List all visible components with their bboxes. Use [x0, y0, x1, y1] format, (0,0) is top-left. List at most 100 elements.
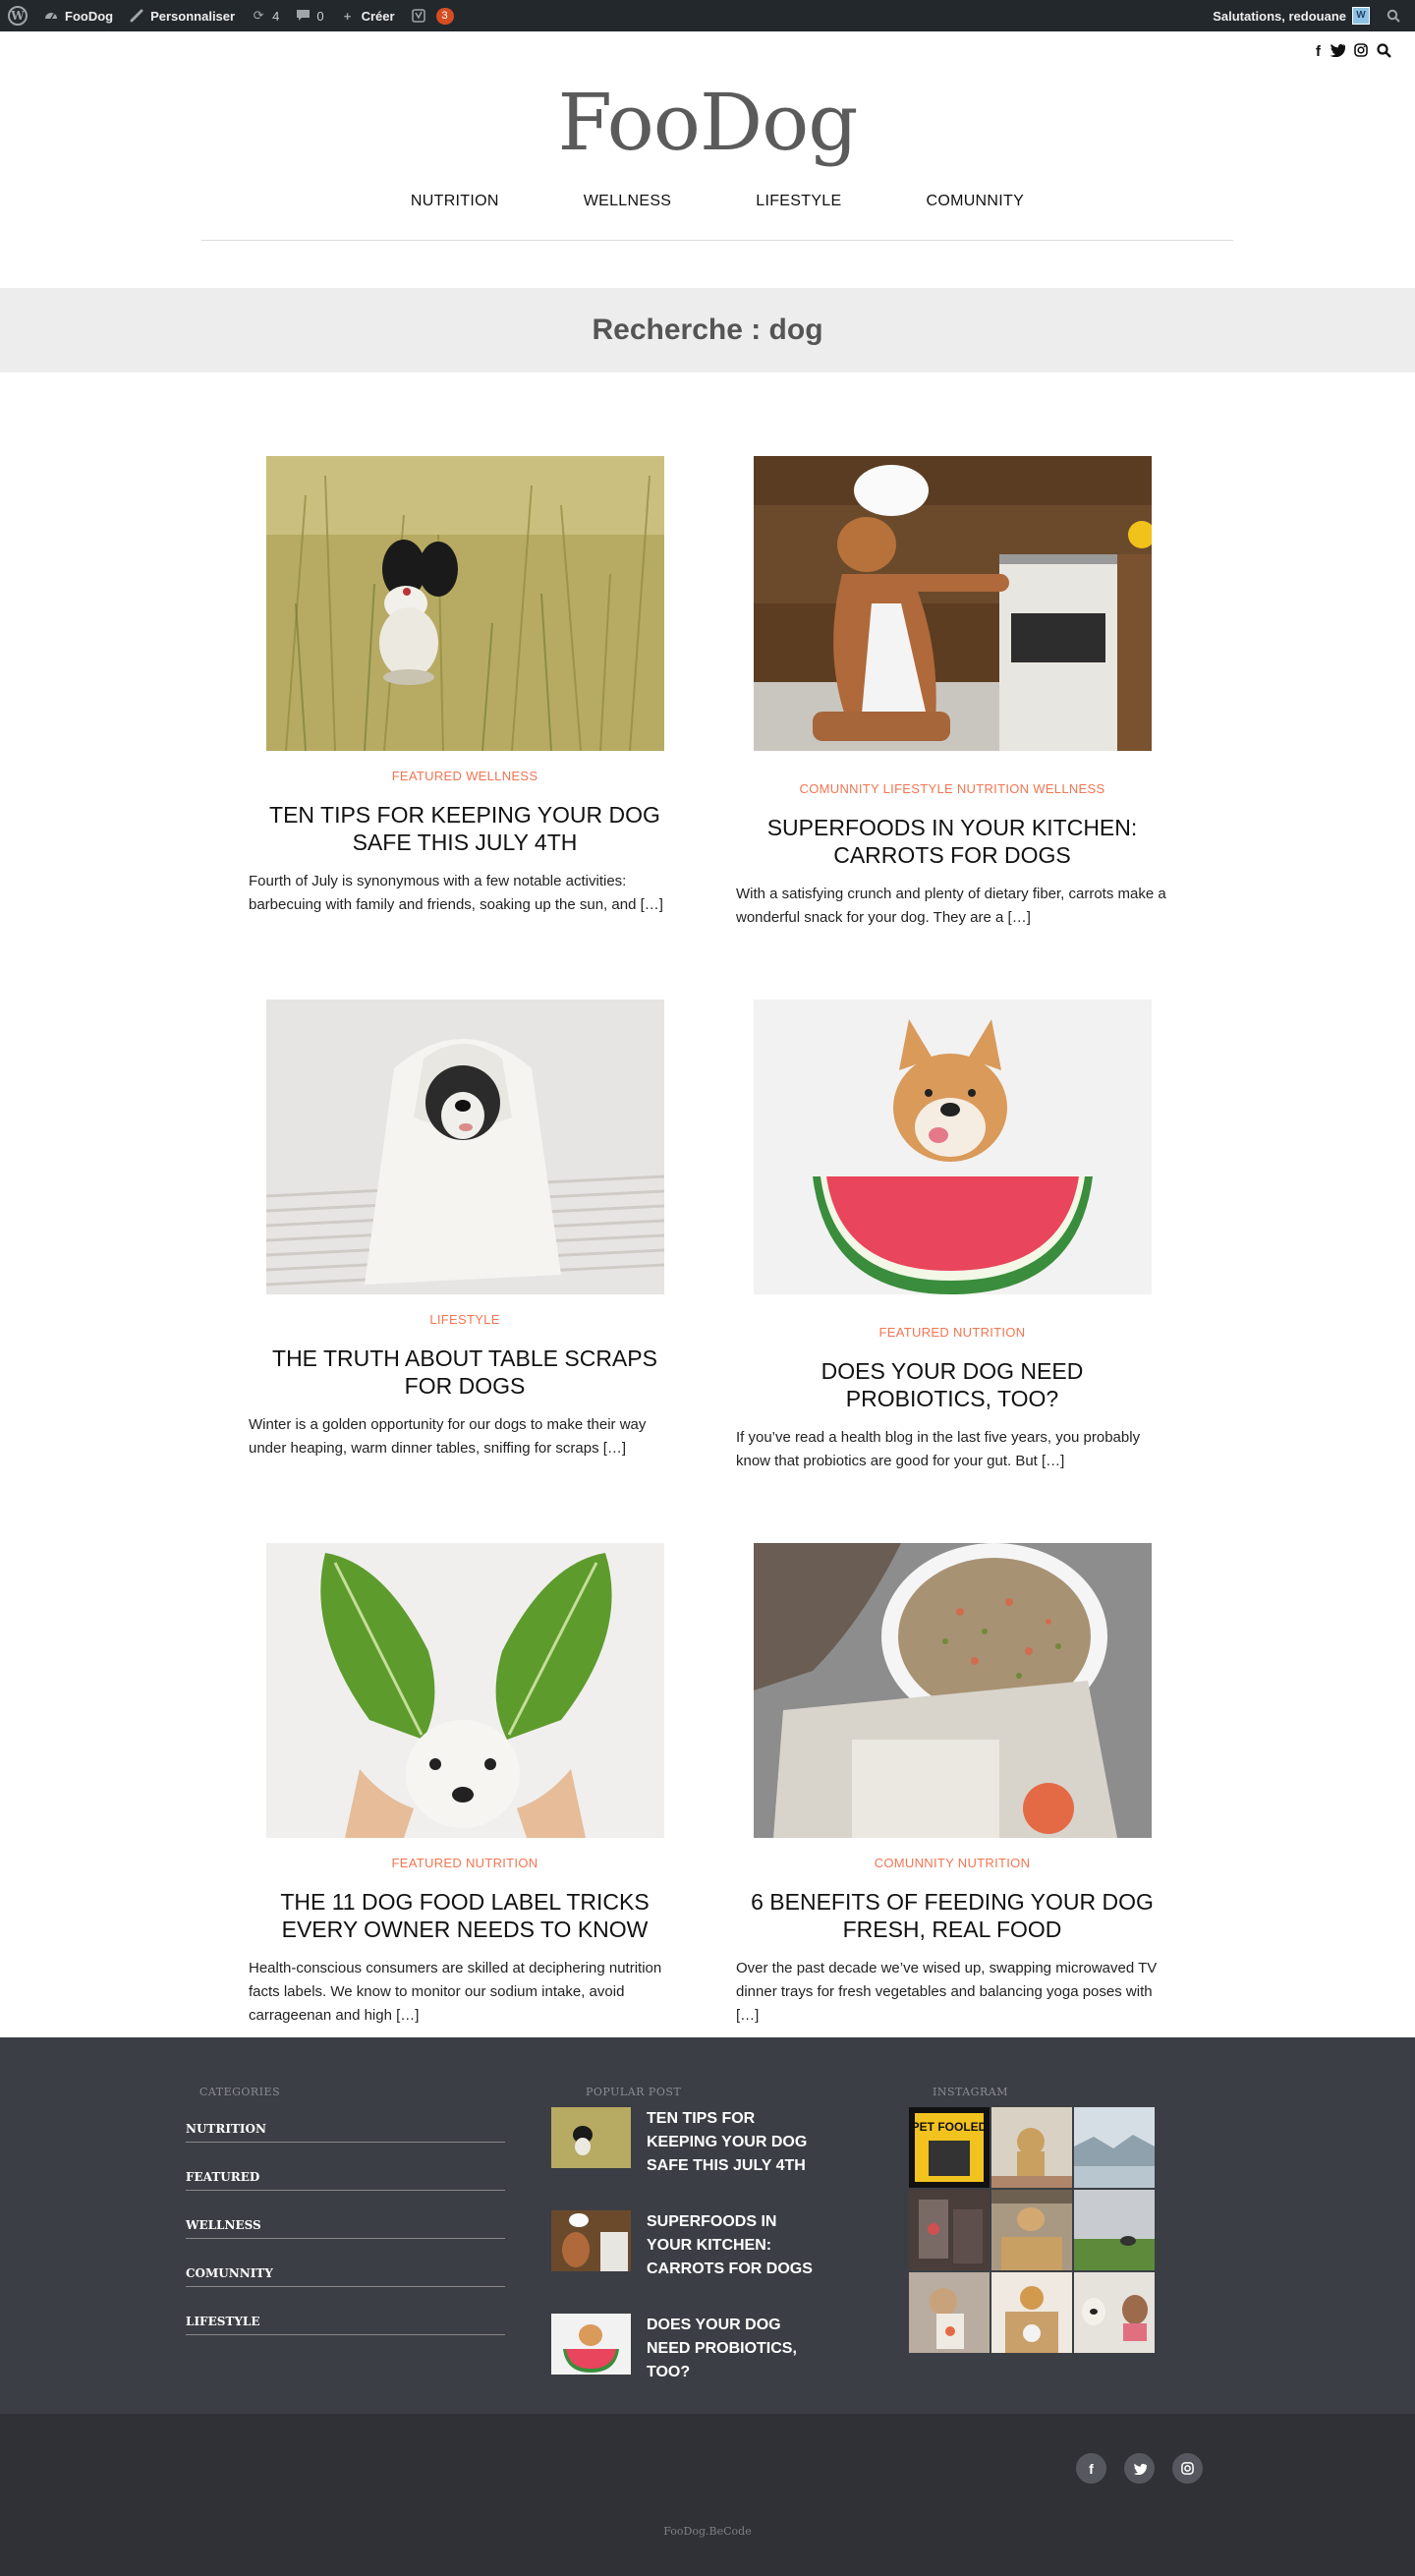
create-link[interactable]: + Créer [332, 0, 403, 31]
post-card: LIFESTYLE THE TRUTH ABOUT TABLE SCRAPS F… [249, 1000, 681, 1460]
search-icon [1386, 8, 1401, 24]
post-categories[interactable]: COMUNNITY LIFESTYLE NUTRITION WELLNESS [736, 781, 1168, 796]
categories-heading: CATEGORIES [199, 2086, 281, 2098]
popular-post-thumbnail[interactable] [551, 2314, 631, 2375]
wordpress-icon: W [8, 6, 28, 26]
post-title[interactable]: 6 BENEFITS OF FEEDING YOUR DOG FRESH, RE… [736, 1888, 1168, 1943]
account-menu[interactable]: Salutations, redouane W [1205, 0, 1378, 31]
facebook-icon[interactable]: f [1076, 2453, 1106, 2484]
yoast-icon [411, 8, 426, 24]
post-excerpt: If you’ve read a health blog in the last… [736, 1429, 1141, 1469]
footer-category-lifestyle[interactable]: LIFESTYLE [186, 2315, 505, 2335]
instagram-photo[interactable]: PET FOOLED [909, 2107, 990, 2188]
site-name-link[interactable]: FooDog [35, 0, 121, 31]
popular-post-title[interactable]: SUPERFOODS IN YOUR KITCHEN: CARROTS FOR … [647, 2210, 817, 2281]
footer-category-list: NUTRITION FEATURED WELLNESS COMUNNITY LI… [186, 2122, 505, 2363]
post-thumbnail[interactable] [265, 1543, 664, 1838]
search-results-header: Recherche : dog [0, 288, 1415, 372]
site-logo[interactable]: FooDog [0, 77, 1415, 168]
popular-post-title[interactable]: DOES YOUR DOG NEED PROBIOTICS, TOO? [647, 2314, 817, 2384]
plus-icon: + [343, 8, 352, 24]
yoast-badge: 3 [435, 7, 454, 25]
brush-icon [129, 8, 144, 24]
nav-item-wellness[interactable]: WELLNESS [584, 193, 672, 210]
post-thumbnail[interactable] [753, 1543, 1152, 1838]
post-excerpt: Health-conscious consumers are skilled a… [249, 1960, 662, 2024]
instagram-photo[interactable] [991, 2107, 1072, 2188]
instagram-icon[interactable] [1172, 2453, 1203, 2484]
comment-icon [295, 8, 311, 24]
post-excerpt: Winter is a golden opportunity for our d… [249, 1416, 647, 1457]
post-title[interactable]: THE 11 DOG FOOD LABEL TRICKS EVERY OWNER… [249, 1888, 681, 1943]
instagram-photo[interactable] [909, 2190, 990, 2270]
post-categories[interactable]: FEATURED NUTRITION [736, 1325, 1168, 1340]
popular-post-thumbnail[interactable] [551, 2210, 631, 2271]
updates-link[interactable]: ⟳ 4 [243, 0, 287, 31]
popular-post[interactable]: SUPERFOODS IN YOUR KITCHEN: CARROTS FOR … [551, 2210, 817, 2281]
main-navigation: NUTRITION WELLNESS LIFESTYLE COMUNNITY [201, 193, 1233, 210]
popular-heading: POPULAR POST [586, 2086, 682, 2098]
instagram-photo[interactable] [1074, 2190, 1155, 2270]
post-thumbnail[interactable] [753, 456, 1152, 751]
facebook-icon[interactable]: f [1316, 43, 1321, 62]
post-thumbnail[interactable] [265, 456, 664, 751]
post-title[interactable]: SUPERFOODS IN YOUR KITCHEN: CARROTS FOR … [736, 814, 1168, 869]
footer-bottom: f FooDog.BeCode [0, 2414, 1415, 2576]
header-social-links: f [1316, 43, 1391, 62]
yoast-link[interactable]: 3 [403, 0, 462, 31]
post-categories[interactable]: FEATURED WELLNESS [249, 769, 681, 783]
nav-item-lifestyle[interactable]: LIFESTYLE [756, 193, 841, 210]
insta-photo-text: PET FOOLED [912, 2120, 988, 2134]
dashboard-icon [43, 8, 59, 24]
instagram-photo[interactable] [909, 2272, 990, 2353]
popular-post[interactable]: TEN TIPS FOR KEEPING YOUR DOG SAFE THIS … [551, 2107, 817, 2178]
instagram-photo[interactable] [1074, 2107, 1155, 2188]
comments-link[interactable]: 0 [287, 0, 331, 31]
search-icon[interactable] [1377, 43, 1391, 62]
instagram-photo[interactable] [991, 2272, 1072, 2353]
post-excerpt: Fourth of July is synonymous with a few … [249, 873, 663, 913]
create-label: Créer [361, 8, 395, 24]
wordpress-menu[interactable]: W [0, 0, 35, 31]
popular-post-title[interactable]: TEN TIPS FOR KEEPING YOUR DOG SAFE THIS … [647, 2107, 817, 2178]
instagram-icon[interactable] [1354, 43, 1368, 62]
comments-count: 0 [316, 8, 324, 24]
customize-link[interactable]: Personnaliser [121, 0, 243, 31]
updates-icon: ⟳ [253, 8, 264, 23]
post-thumbnail[interactable] [753, 1000, 1152, 1294]
post-card: COMUNNITY NUTRITION 6 BENEFITS OF FEEDIN… [736, 1543, 1168, 2028]
post-card: COMUNNITY LIFESTYLE NUTRITION WELLNESS S… [736, 456, 1168, 930]
post-excerpt: With a satisfying crunch and plenty of d… [736, 886, 1166, 926]
twitter-icon[interactable] [1124, 2453, 1155, 2484]
copyright[interactable]: FooDog.BeCode [0, 2525, 1415, 2538]
page-title: Recherche : dog [592, 314, 823, 346]
post-title[interactable]: DOES YOUR DOG NEED PROBIOTICS, TOO? [736, 1357, 1168, 1412]
footer-category-wellness[interactable]: WELLNESS [186, 2218, 505, 2239]
popular-post-thumbnail[interactable] [551, 2107, 631, 2168]
post-title[interactable]: THE TRUTH ABOUT TABLE SCRAPS FOR DOGS [249, 1345, 681, 1400]
nav-divider [201, 240, 1233, 241]
instagram-grid: PET FOOLED [909, 2107, 1155, 2353]
instagram-heading: INSTAGRAM [933, 2086, 1008, 2098]
instagram-photo[interactable] [991, 2190, 1072, 2270]
nav-item-comunnity[interactable]: COMUNNITY [926, 193, 1024, 210]
admin-search-button[interactable] [1378, 0, 1415, 31]
post-thumbnail[interactable] [265, 1000, 664, 1294]
post-categories[interactable]: FEATURED NUTRITION [249, 1856, 681, 1870]
instagram-photo[interactable] [1074, 2272, 1155, 2353]
post-excerpt: Over the past decade we’ve wised up, swa… [736, 1960, 1158, 2024]
post-categories[interactable]: LIFESTYLE [249, 1312, 681, 1327]
footer-category-featured[interactable]: FEATURED [186, 2170, 505, 2191]
popular-post[interactable]: DOES YOUR DOG NEED PROBIOTICS, TOO? [551, 2314, 817, 2384]
footer-category-comunnity[interactable]: COMUNNITY [186, 2266, 505, 2287]
post-card: FEATURED WELLNESS TEN TIPS FOR KEEPING Y… [249, 456, 681, 917]
admin-bar: W FooDog Personnaliser ⟳ 4 0 + Créer 3 S… [0, 0, 1415, 31]
post-title[interactable]: TEN TIPS FOR KEEPING YOUR DOG SAFE THIS … [249, 801, 681, 856]
twitter-icon[interactable] [1330, 43, 1345, 62]
post-categories[interactable]: COMUNNITY NUTRITION [736, 1856, 1168, 1870]
site-name-label: FooDog [65, 8, 114, 24]
footer-widgets: CATEGORIES NUTRITION FEATURED WELLNESS C… [0, 2037, 1415, 2414]
nav-item-nutrition[interactable]: NUTRITION [411, 193, 499, 210]
footer-category-nutrition[interactable]: NUTRITION [186, 2122, 505, 2143]
updates-count: 4 [272, 8, 280, 24]
